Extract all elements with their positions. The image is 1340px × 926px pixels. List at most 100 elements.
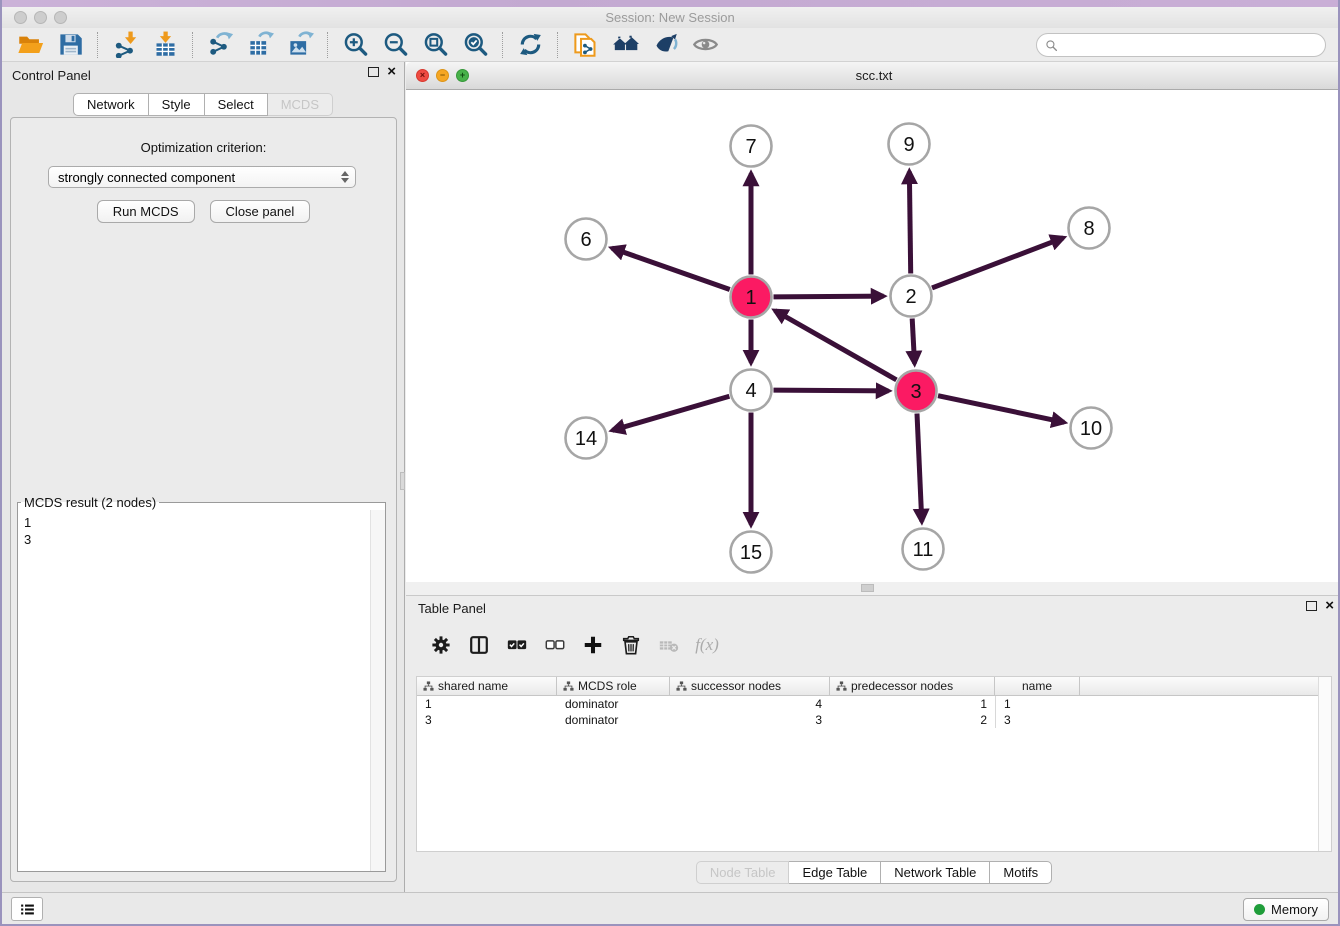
control-panel: Control Panel × NetworkStyleSelectMCDS O… [2, 62, 405, 892]
graph-node-3[interactable]: 3 [896, 371, 937, 412]
gear-button[interactable] [424, 628, 458, 662]
open-button[interactable] [10, 30, 50, 60]
float-panel-icon[interactable] [368, 67, 379, 77]
graph-node-8[interactable]: 8 [1069, 208, 1110, 249]
toolbar-divider [327, 32, 328, 58]
network-window-titlebar[interactable]: × − + scc.txt [406, 62, 1340, 90]
tab-network-table[interactable]: Network Table [881, 861, 990, 884]
edge-3-10[interactable] [938, 396, 1064, 423]
run-mcds-button[interactable]: Run MCDS [97, 200, 195, 223]
graph-node-7[interactable]: 7 [731, 126, 772, 167]
criterion-select[interactable]: strongly connected component [48, 166, 356, 188]
hide-button[interactable] [645, 30, 685, 60]
table-cell: dominator [557, 712, 670, 728]
export-table-icon [247, 31, 274, 58]
close-panel-button[interactable]: Close panel [210, 200, 311, 223]
graph-node-2[interactable]: 2 [891, 276, 932, 317]
table-row[interactable]: 3dominator323 [417, 712, 1331, 728]
node-label: 2 [905, 286, 916, 308]
select-all-button[interactable] [500, 628, 534, 662]
edge-2-3[interactable] [912, 318, 914, 363]
task-list-button[interactable] [11, 897, 43, 921]
tab-select[interactable]: Select [205, 93, 268, 116]
graph-node-10[interactable]: 10 [1071, 408, 1112, 449]
zoom-out-button[interactable] [375, 30, 415, 60]
table-row[interactable]: 1dominator411 [417, 696, 1331, 712]
hierarchy-icon [834, 681, 851, 692]
edge-3-11[interactable] [917, 413, 922, 521]
edge-3-1[interactable] [775, 311, 897, 380]
export-network-icon [207, 31, 234, 58]
close-network-button[interactable]: × [416, 69, 429, 82]
graph-node-1[interactable]: 1 [731, 277, 772, 318]
network-canvas[interactable]: 7 9 6 8 1 2 4 3 14 10 15 11 [406, 90, 1340, 582]
delete-table-icon [658, 634, 680, 656]
tab-node-table[interactable]: Node Table [696, 861, 790, 884]
graph-node-11[interactable]: 11 [903, 529, 944, 570]
memory-button[interactable]: Memory [1243, 898, 1329, 921]
import-table-button[interactable] [145, 30, 185, 60]
columns-button[interactable] [462, 628, 496, 662]
tab-motifs[interactable]: Motifs [990, 861, 1052, 884]
column-header-name[interactable]: name [995, 677, 1080, 695]
add-button[interactable] [576, 628, 610, 662]
export-network-button[interactable] [200, 30, 240, 60]
toolbar-divider [97, 32, 98, 58]
edge-4-3[interactable] [773, 390, 888, 391]
column-header-predecessor-nodes[interactable]: predecessor nodes [830, 677, 995, 695]
result-scrollbar[interactable] [370, 510, 385, 871]
copy-network-button[interactable] [565, 30, 605, 60]
zoom-fit-button[interactable] [415, 30, 455, 60]
table-tabs: Node TableEdge TableNetwork TableMotifs [406, 861, 1340, 884]
tab-network[interactable]: Network [73, 93, 149, 116]
save-button[interactable] [50, 30, 90, 60]
maximize-network-button[interactable]: + [456, 69, 469, 82]
control-panel-tabs: NetworkStyleSelectMCDS [2, 93, 404, 116]
hide-icon [652, 31, 679, 58]
deselect-all-button[interactable] [538, 628, 572, 662]
column-header-shared-name[interactable]: shared name [417, 677, 557, 695]
import-network-button[interactable] [105, 30, 145, 60]
node-label: 7 [745, 136, 756, 158]
home-button[interactable] [605, 30, 645, 60]
edge-2-8[interactable] [932, 238, 1063, 288]
column-header-successor-nodes[interactable]: successor nodes [670, 677, 830, 695]
search-icon [1045, 39, 1058, 52]
minimize-network-button[interactable]: − [436, 69, 449, 82]
zoom-window-button[interactable] [54, 11, 67, 24]
table-cell: 2 [830, 712, 995, 728]
edge-4-14[interactable] [612, 396, 729, 430]
table-cell: dominator [557, 696, 670, 712]
eye-button[interactable] [685, 30, 725, 60]
refresh-button[interactable] [510, 30, 550, 60]
close-table-panel-icon[interactable]: × [1325, 601, 1334, 611]
minimize-window-button[interactable] [34, 11, 47, 24]
panel-splitter[interactable] [400, 472, 405, 490]
graph-node-9[interactable]: 9 [889, 124, 930, 165]
zoom-in-button[interactable] [335, 30, 375, 60]
float-table-panel-icon[interactable] [1306, 601, 1317, 611]
graph-node-4[interactable]: 4 [731, 370, 772, 411]
table-cell: 3 [995, 712, 1080, 728]
graph-node-6[interactable]: 6 [566, 219, 607, 260]
tab-style[interactable]: Style [149, 93, 205, 116]
close-window-button[interactable] [14, 11, 27, 24]
table-scrollbar[interactable] [1318, 677, 1331, 851]
edge-2-9[interactable] [909, 171, 910, 273]
edge-1-6[interactable] [612, 248, 730, 289]
column-header-MCDS-role[interactable]: MCDS role [557, 677, 670, 695]
zoom-selected-button[interactable] [455, 30, 495, 60]
close-panel-icon[interactable]: × [387, 67, 396, 77]
search-input[interactable] [1063, 38, 1317, 52]
tab-mcds[interactable]: MCDS [268, 93, 333, 116]
export-image-button[interactable] [280, 30, 320, 60]
export-table-button[interactable] [240, 30, 280, 60]
resize-grip[interactable] [861, 584, 874, 592]
graph-node-14[interactable]: 14 [566, 418, 607, 459]
graph-node-15[interactable]: 15 [731, 532, 772, 573]
node-label: 15 [740, 542, 762, 564]
delete-button[interactable] [614, 628, 648, 662]
edge-1-2[interactable] [773, 296, 883, 297]
tab-edge-table[interactable]: Edge Table [789, 861, 881, 884]
columns-icon [468, 634, 490, 656]
